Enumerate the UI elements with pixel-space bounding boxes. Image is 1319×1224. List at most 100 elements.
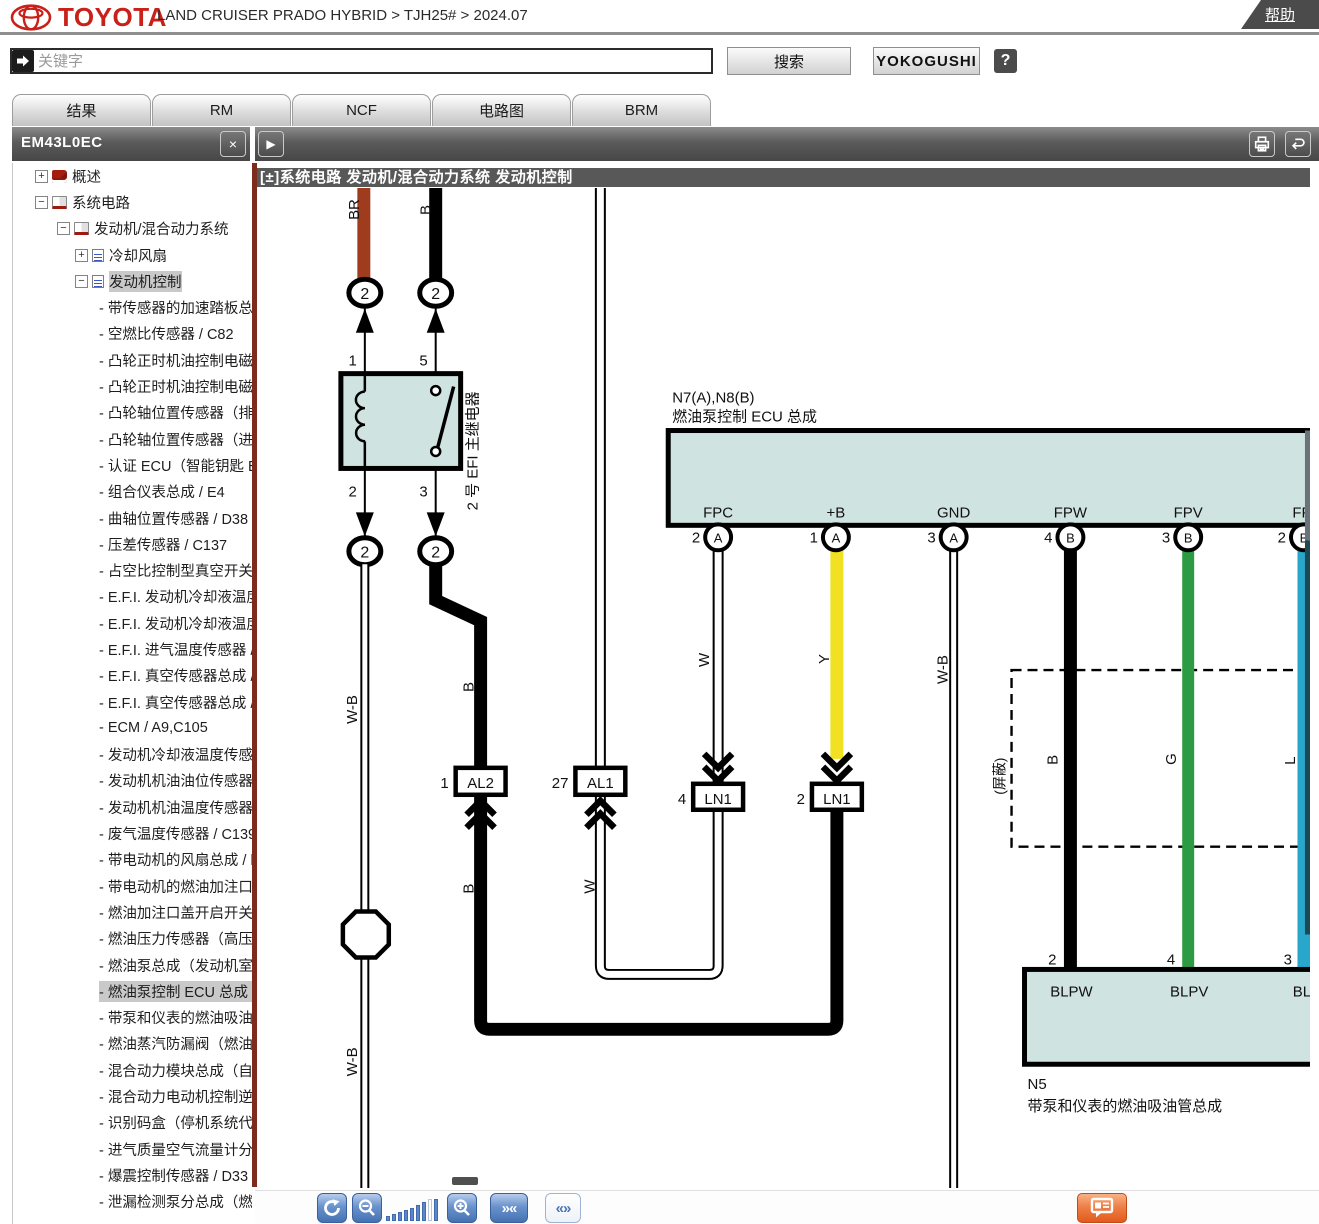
- ecu-box[interactable]: [668, 431, 1310, 526]
- sidebar-item[interactable]: 空燃比传感器 / C82: [13, 321, 252, 347]
- sidebar-item-label[interactable]: 冷却风扇: [109, 245, 167, 266]
- sidebar-item-label[interactable]: 带泵和仪表的燃油吸油管: [99, 1007, 252, 1028]
- sidebar-item[interactable]: 混合动力模块总成（自动: [13, 1057, 252, 1083]
- sidebar-item-label[interactable]: 发动机机油温度传感器（: [99, 797, 252, 818]
- sidebar-item[interactable]: E.F.I. 真空传感器总成 /: [13, 663, 252, 689]
- sidebar-item[interactable]: 燃油加注口盖开启开关 /: [13, 899, 252, 925]
- sidebar-item[interactable]: E.F.I. 发动机冷却液温度: [13, 610, 252, 636]
- sidebar-item-label[interactable]: 空燃比传感器 / C82: [99, 323, 234, 344]
- sidebar-item[interactable]: 爆震控制传感器 / D33: [13, 1162, 252, 1188]
- yokogushi-button[interactable]: YOKOGUSHI: [873, 47, 980, 75]
- sidebar-item[interactable]: 凸轮轴位置传感器（排气: [13, 400, 252, 426]
- sidebar-item-label[interactable]: 燃油压力传感器（高压侧: [99, 928, 252, 949]
- sidebar-item[interactable]: E.F.I. 进气温度传感器 /: [13, 636, 252, 662]
- sidebar-item-label[interactable]: 凸轮轴位置传感器（排气: [99, 402, 252, 423]
- sidebar-item-label[interactable]: 燃油加注口盖开启开关 /: [99, 902, 252, 923]
- sidebar-item[interactable]: 凸轮正时机油控制电磁阀: [13, 347, 252, 373]
- sidebar-item-label[interactable]: E.F.I. 真空传感器总成 /: [99, 692, 252, 713]
- sidebar-item-label[interactable]: 占空比控制型真空开关阀: [99, 560, 252, 581]
- sidebar-item-label[interactable]: E.F.I. 进气温度传感器 /: [99, 639, 252, 660]
- sidebar-item-label[interactable]: E.F.I. 发动机冷却液温度: [99, 613, 252, 634]
- sidebar-item[interactable]: 识别码盒（停机系统代码: [13, 1110, 252, 1136]
- sidebar-item[interactable]: 认证 ECU（智能钥匙 EC: [13, 452, 252, 478]
- plus-box-icon[interactable]: +: [35, 170, 48, 183]
- sidebar-item-label[interactable]: 认证 ECU（智能钥匙 EC: [99, 455, 252, 476]
- sidebar-item-label[interactable]: E.F.I. 发动机冷却液温度: [99, 586, 252, 607]
- sidebar-item-label[interactable]: 进气质量空气流量计分总: [99, 1139, 252, 1160]
- sidebar-item[interactable]: 带电动机的风扇总成 / h2: [13, 847, 252, 873]
- sidebar-item[interactable]: 燃油压力传感器（高压侧: [13, 926, 252, 952]
- close-icon[interactable]: ×: [220, 131, 246, 157]
- sidebar-item[interactable]: 进气质量空气流量计分总: [13, 1136, 252, 1162]
- sidebar-item-label[interactable]: 废气温度传感器 / C139: [99, 823, 252, 844]
- collapse-sidebar-icon[interactable]: ▶: [258, 131, 284, 157]
- horizontal-scrollbar-thumb[interactable]: [452, 1177, 478, 1185]
- sidebar-item[interactable]: 凸轮轴位置传感器（进气: [13, 426, 252, 452]
- sidebar-item-label[interactable]: ECM / A9,C105: [99, 720, 208, 736]
- sidebar-item-label[interactable]: 带电动机的风扇总成 / h2: [99, 849, 252, 870]
- zoom-out-icon[interactable]: [352, 1193, 382, 1223]
- sidebar-item-label[interactable]: 发动机控制: [109, 271, 182, 292]
- tab-results[interactable]: 结果: [12, 94, 151, 126]
- sidebar-item[interactable]: 压差传感器 / C137: [13, 531, 252, 557]
- sidebar-item[interactable]: 燃油泵总成（发动机室侧: [13, 952, 252, 978]
- tab-rm[interactable]: RM: [152, 94, 291, 126]
- sidebar-item-label[interactable]: 凸轮正时机油控制电磁阀: [99, 376, 252, 397]
- sidebar-item-label[interactable]: 混合动力电动机控制逆变: [99, 1086, 252, 1107]
- sidebar-item-label[interactable]: E.F.I. 真空传感器总成 /: [99, 665, 252, 686]
- zoom-level-bars[interactable]: [386, 1197, 446, 1221]
- plus-box-icon[interactable]: +: [75, 249, 88, 262]
- octagon-junction[interactable]: [343, 912, 389, 958]
- sidebar-node[interactable]: − 发动机控制: [13, 268, 252, 294]
- sidebar-item[interactable]: 混合动力电动机控制逆变: [13, 1083, 252, 1109]
- sidebar-item[interactable]: E.F.I. 发动机冷却液温度: [13, 584, 252, 610]
- minus-box-icon[interactable]: −: [75, 275, 88, 288]
- sidebar-item[interactable]: ECM / A9,C105: [13, 715, 252, 741]
- search-input[interactable]: [38, 51, 711, 71]
- sidebar-item[interactable]: 发动机机油温度传感器（: [13, 794, 252, 820]
- sidebar-item-label[interactable]: 组合仪表总成 / E4: [99, 481, 225, 502]
- sidebar-item-label[interactable]: 燃油泵控制 ECU 总成 /: [99, 981, 252, 1002]
- vertical-scrollbar-thumb[interactable]: [1305, 540, 1310, 934]
- sidebar-node[interactable]: − 系统电路: [13, 189, 252, 215]
- sidebar-node[interactable]: + 冷却风扇: [13, 242, 252, 268]
- fit-compress-icon[interactable]: »«: [490, 1193, 528, 1223]
- print-icon[interactable]: [1249, 131, 1275, 157]
- sidebar-item[interactable]: 发动机机油油位传感器 /: [13, 768, 252, 794]
- sidebar-item[interactable]: 带泵和仪表的燃油吸油管: [13, 1005, 252, 1031]
- sidebar-node[interactable]: + 概述: [13, 163, 252, 189]
- question-mark-icon[interactable]: ?: [994, 49, 1017, 73]
- sidebar-item[interactable]: 发动机冷却液温度传感器: [13, 742, 252, 768]
- sidebar-item[interactable]: 燃油蒸汽防漏阀（燃油箱: [13, 1031, 252, 1057]
- minus-box-icon[interactable]: −: [35, 196, 48, 209]
- sidebar-item[interactable]: E.F.I. 真空传感器总成 /: [13, 689, 252, 715]
- sidebar-item[interactable]: 组合仪表总成 / E4: [13, 479, 252, 505]
- tab-ncf[interactable]: NCF: [292, 94, 431, 126]
- sidebar-item[interactable]: 带传感器的加速踏板总成: [13, 294, 252, 320]
- vertical-scrollbar-thumb[interactable]: [1305, 431, 1310, 541]
- sidebar-item-label[interactable]: 概述: [72, 166, 101, 187]
- sidebar-item-label[interactable]: 曲轴位置传感器 / D38: [99, 508, 248, 529]
- comment-icon[interactable]: [1077, 1193, 1127, 1223]
- sidebar-item-label[interactable]: 混合动力模块总成（自动: [99, 1060, 252, 1081]
- sidebar-item-label[interactable]: 识别码盒（停机系统代码: [99, 1112, 252, 1133]
- minus-box-icon[interactable]: −: [57, 222, 70, 235]
- zoom-in-icon[interactable]: [447, 1193, 477, 1223]
- sidebar-item[interactable]: 带电动机的燃油加注口盖: [13, 873, 252, 899]
- sidebar-item-label[interactable]: 凸轮正时机油控制电磁阀: [99, 350, 252, 371]
- refresh-icon[interactable]: [317, 1193, 347, 1223]
- fit-expand-icon[interactable]: «»: [545, 1193, 581, 1223]
- sidebar-item[interactable]: 占空比控制型真空开关阀: [13, 557, 252, 583]
- sidebar-item-label[interactable]: 爆震控制传感器 / D33: [99, 1165, 248, 1186]
- sidebar-item-label[interactable]: 发动机机油油位传感器 /: [99, 770, 252, 791]
- sidebar-item-label[interactable]: 凸轮轴位置传感器（进气: [99, 429, 252, 450]
- help-link[interactable]: 帮助: [1241, 0, 1319, 29]
- sidebar-item[interactable]: 废气温度传感器 / C139: [13, 820, 252, 846]
- wiring-diagram-canvas[interactable]: (屏蔽) BR B 2 2 1 5 2 3 2 号 EFI 主继电器 2 2 W…: [257, 188, 1310, 1188]
- sidebar-item[interactable]: 燃油泵控制 ECU 总成 /: [13, 978, 252, 1004]
- search-arrow-icon[interactable]: [12, 50, 34, 72]
- sidebar-item-label[interactable]: 发动机/混合动力系统: [94, 218, 229, 239]
- sidebar-item-label[interactable]: 压差传感器 / C137: [99, 534, 227, 555]
- sidebar-item-label[interactable]: 系统电路: [72, 192, 130, 213]
- back-undo-icon[interactable]: [1285, 131, 1311, 157]
